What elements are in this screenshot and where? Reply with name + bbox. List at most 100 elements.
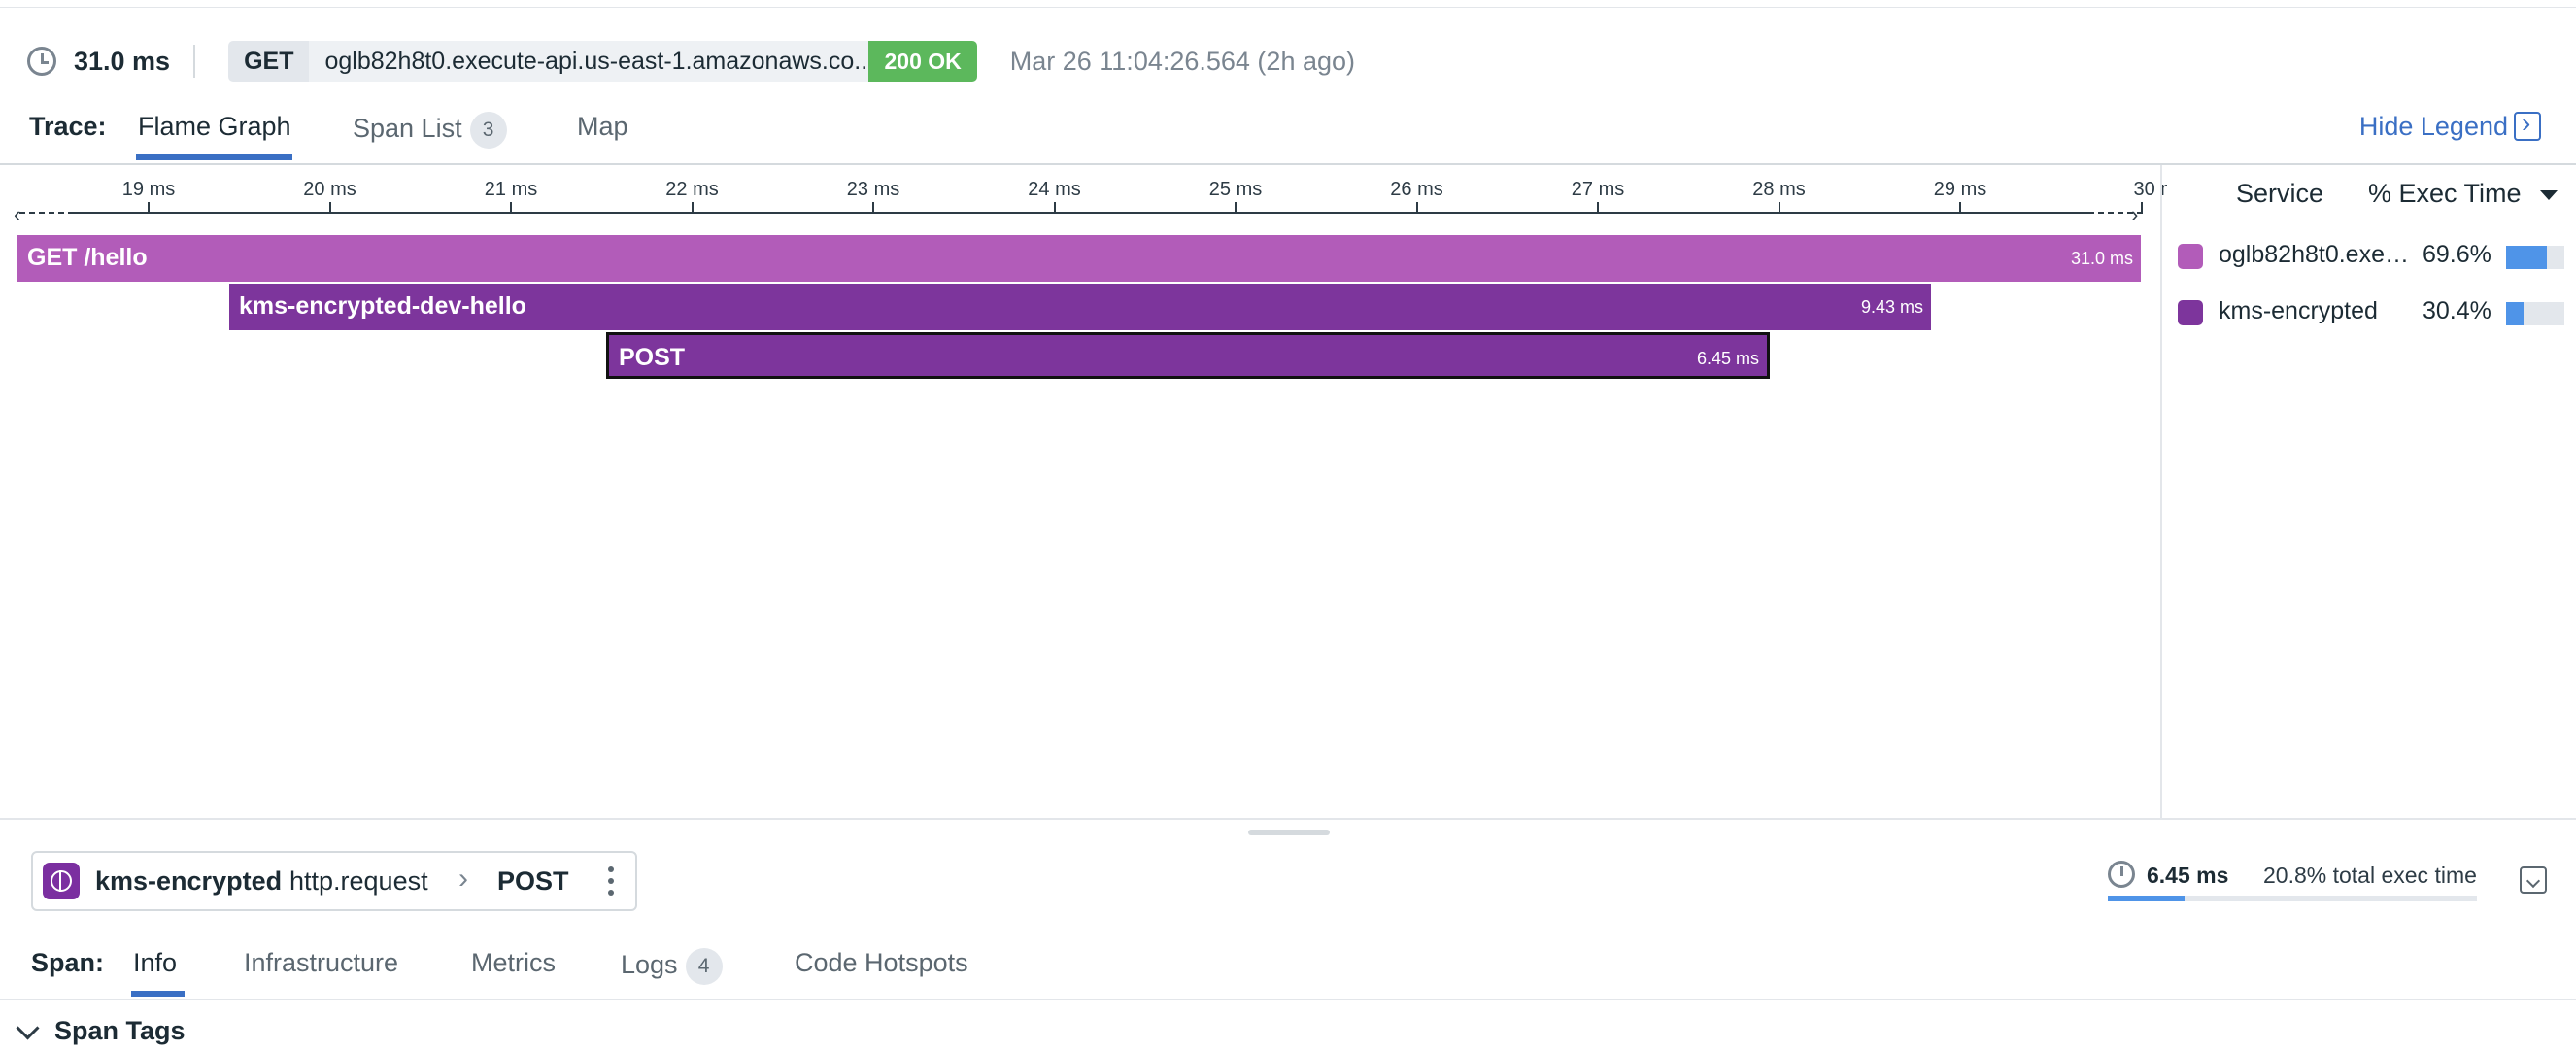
trace-timestamp: Mar 26 11:04:26.564 (2h ago) <box>1009 46 1355 76</box>
axis-tick-mark <box>1959 202 1961 212</box>
tab-metrics[interactable]: Metrics <box>471 948 556 978</box>
axis-tick-mark <box>328 202 331 212</box>
legend-row[interactable]: oglb82h8t0.execute-api.us-east-1.amazona… <box>2178 237 2570 276</box>
axis-tick-label: 27 ms <box>1571 179 1625 200</box>
divider <box>193 45 196 78</box>
span-count-badge: 3 <box>469 112 507 149</box>
tab-flame-graph[interactable]: Flame Graph <box>138 112 291 142</box>
span-duration: 31.0 ms <box>2070 249 2133 268</box>
service-color-swatch <box>2178 244 2203 269</box>
tab-label: Span List <box>353 114 462 144</box>
span-duration: 6.45 ms <box>2147 863 2229 888</box>
tab-label: Code Hotspots <box>795 948 968 977</box>
trace-tabs-label: Trace: <box>29 112 107 141</box>
span-breadcrumb: kms-encrypted http.request › POST <box>31 851 637 911</box>
axis-tick-label: 21 ms <box>484 179 538 200</box>
clock-icon <box>2108 861 2135 888</box>
axis-tick-mark <box>872 202 874 212</box>
legend-service-name: kms-encrypted <box>2219 297 2378 324</box>
span-operation: http.request <box>289 866 428 896</box>
tab-label: Metrics <box>471 948 556 977</box>
axis-tick-label: 23 ms <box>846 179 900 200</box>
span-name: GET /hello <box>27 244 148 271</box>
exec-time-fill <box>2108 896 2186 901</box>
tab-info[interactable]: Info <box>133 948 177 978</box>
axis-tick-label: 20 ms <box>303 179 356 200</box>
span-bar-selected[interactable]: POST 6.45 ms <box>606 332 1770 379</box>
span-name: kms-encrypted-dev-hello <box>239 292 526 320</box>
span-tags-section-title[interactable]: Span Tags <box>54 1016 186 1046</box>
span-resource: POST <box>497 866 569 896</box>
collapse-panel-icon[interactable] <box>2520 866 2547 894</box>
divider <box>0 999 2576 1000</box>
axis-tick-mark <box>1597 202 1599 212</box>
exec-time-bar <box>2506 302 2564 325</box>
panel-divider <box>0 818 2576 820</box>
legend-row[interactable]: kms-encrypted 30.4% <box>2178 293 2570 332</box>
legend-exec-time-header[interactable]: % Exec Time <box>2368 179 2522 209</box>
span-service[interactable]: kms-encrypted <box>95 866 282 897</box>
status-badge: 200 OK <box>868 41 977 82</box>
axis-tick-label: 25 ms <box>1208 179 1263 200</box>
scroll-left-icon[interactable]: ‹ <box>14 202 20 227</box>
service-legend: Service % Exec Time oglb82h8t0.execute-a… <box>2160 165 2576 818</box>
panel-collapse-icon[interactable] <box>2514 108 2541 141</box>
span-tabs-label: Span: <box>31 948 105 977</box>
chevron-right-icon: › <box>458 863 468 895</box>
resize-handle[interactable] <box>1248 830 1330 835</box>
span-duration: 9.43 ms <box>1860 297 1923 317</box>
legend-service-name: oglb82h8t0.execute-api.us-east-1.amazona… <box>2219 241 2409 268</box>
http-method-badge: GET <box>228 41 310 82</box>
legend-service-header: Service <box>2236 179 2324 208</box>
axis-overflow-left <box>19 212 74 214</box>
active-tab-indicator <box>136 154 292 160</box>
legend-exec-pct: 69.6% <box>2423 241 2491 268</box>
exec-time-bar <box>2506 246 2564 269</box>
tab-label: Flame Graph <box>138 112 291 141</box>
exec-time-fill <box>2506 246 2547 269</box>
tab-map[interactable]: Map <box>577 112 628 142</box>
tab-logs[interactable]: Logs 4 <box>621 948 723 985</box>
axis-tick-label: 26 ms <box>1390 179 1443 200</box>
top-border <box>0 0 2576 8</box>
legend-exec-pct: 30.4% <box>2423 297 2491 324</box>
tab-span-list[interactable]: Span List 3 <box>353 112 507 149</box>
axis-tick-mark <box>1778 202 1780 212</box>
tab-label: Infrastructure <box>244 948 399 977</box>
axis-tick-mark <box>1235 202 1237 212</box>
scroll-right-icon[interactable]: › <box>2131 202 2138 227</box>
axis-tick-mark <box>691 202 694 212</box>
sort-desc-icon[interactable] <box>2540 190 2558 200</box>
active-tab-indicator <box>131 991 185 997</box>
span-exec-pct: 20.8% total exec time <box>2263 863 2477 888</box>
chevron-down-icon[interactable] <box>16 1016 40 1040</box>
hide-legend-button[interactable]: Hide Legend <box>2359 112 2508 142</box>
axis-tick-mark <box>510 202 512 212</box>
axis-tick-label: 28 ms <box>1752 179 1806 200</box>
tab-infrastructure[interactable]: Infrastructure <box>244 948 398 978</box>
more-options-icon[interactable] <box>608 866 614 896</box>
span-name: POST <box>619 344 686 371</box>
axis-tick-mark <box>2140 202 2143 212</box>
logs-count-badge: 4 <box>685 948 723 985</box>
axis-tick-label: 29 ms <box>1933 179 1987 200</box>
request-url[interactable]: oglb82h8t0.execute-api.us-east-1.amazona… <box>309 41 869 82</box>
tab-label: Logs <box>621 950 678 980</box>
axis-tick-mark <box>1415 202 1418 212</box>
span-bar[interactable]: GET /hello 31.0 ms <box>17 235 2141 282</box>
tab-label: Info <box>133 948 178 977</box>
axis-tick-label: 19 ms <box>121 179 176 200</box>
clock-icon <box>27 47 56 76</box>
axis-tick-label: 24 ms <box>1028 179 1081 200</box>
flame-graph[interactable]: 19 ms 20 ms 21 ms 22 ms 23 ms 24 ms 25 ms 26 ms… <box>0 165 2167 818</box>
trace-duration: 31.0 ms <box>74 46 171 76</box>
tab-code-hotspots[interactable]: Code Hotspots <box>795 948 968 978</box>
axis-tick-label: 22 ms <box>665 179 719 200</box>
time-axis-line <box>19 212 2143 214</box>
exec-time-bar <box>2108 896 2477 901</box>
axis-tick-mark <box>1053 202 1056 212</box>
service-color-swatch <box>2178 300 2203 325</box>
tab-label: Map <box>577 112 628 141</box>
span-bar[interactable]: kms-encrypted-dev-hello 9.43 ms <box>229 284 1931 330</box>
exec-time-fill <box>2506 302 2525 325</box>
